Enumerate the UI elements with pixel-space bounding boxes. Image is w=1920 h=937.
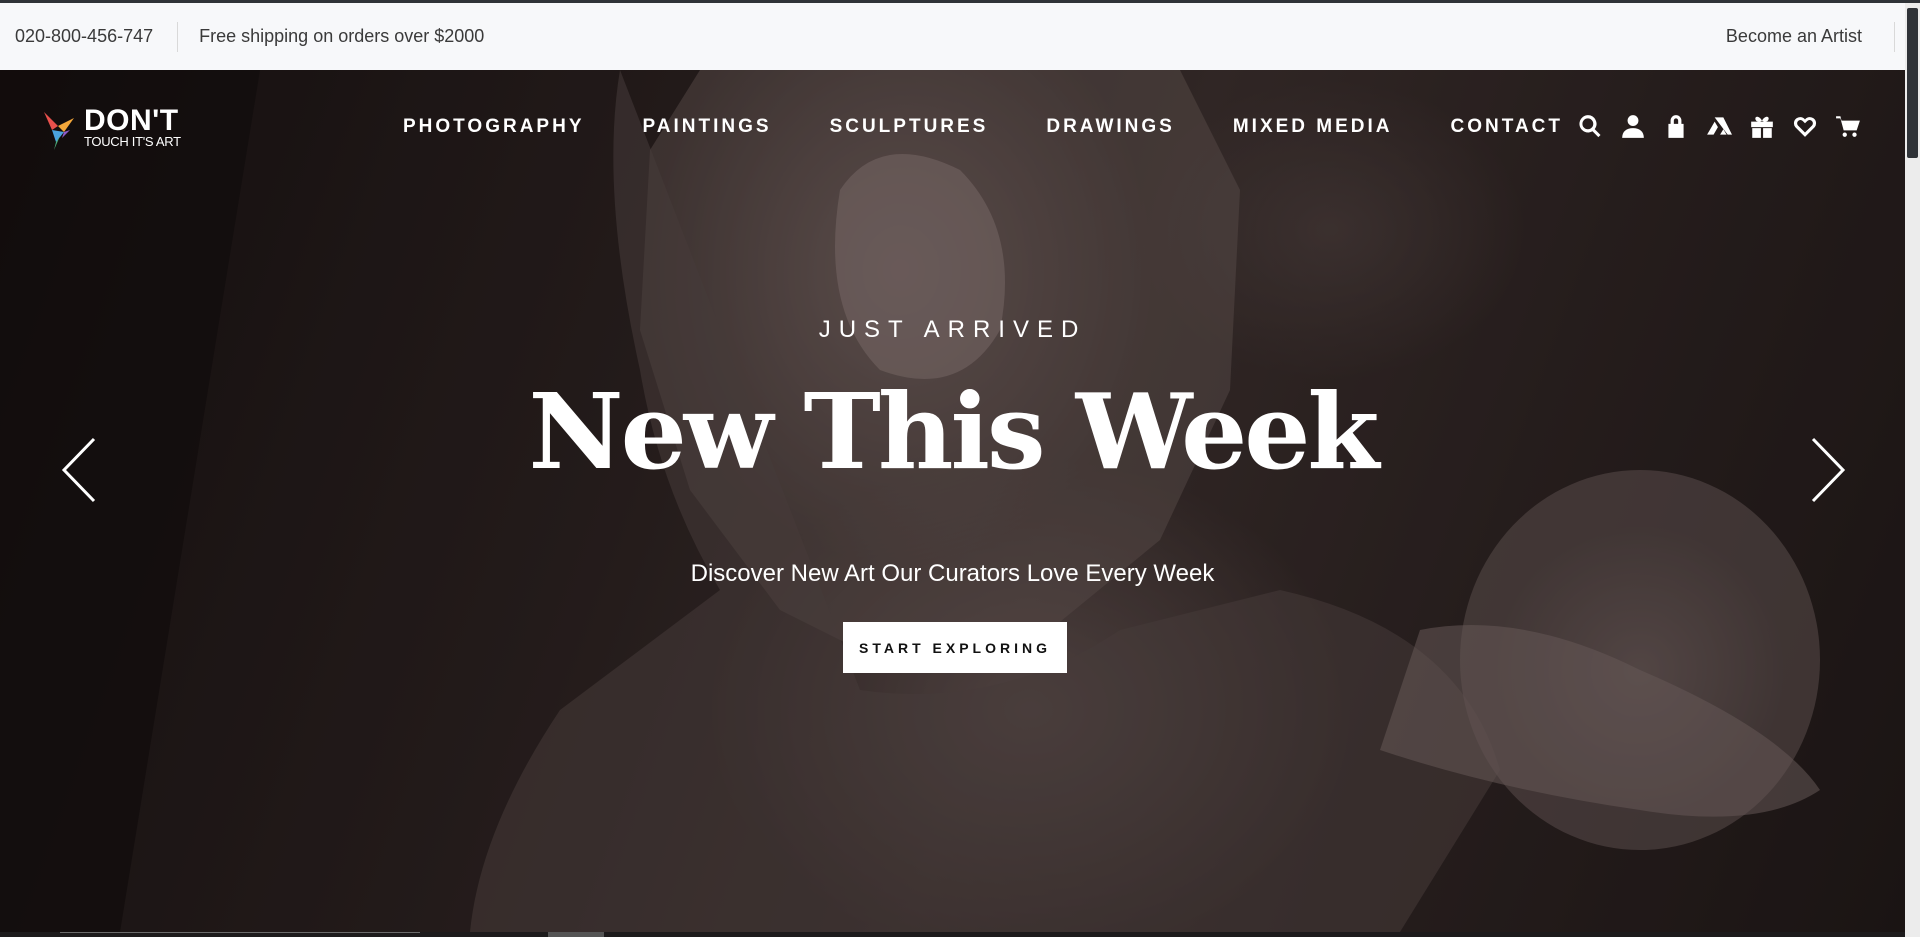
divider <box>1894 21 1895 52</box>
top-bar: 020-800-456-747 Free shipping on orders … <box>0 3 1905 70</box>
shipping-notice: Free shipping on orders over $2000 <box>199 26 485 46</box>
scrollbar[interactable] <box>1905 3 1920 937</box>
search-icon[interactable] <box>1575 111 1605 141</box>
nav-item-contact[interactable]: CONTACT <box>1451 116 1563 138</box>
slide-progress-indicator <box>548 932 604 937</box>
hummingbird-logo-icon <box>44 112 74 150</box>
become-artist-link[interactable]: Become an Artist <box>1726 26 1894 47</box>
hero-slider: DON'T TOUCH IT'S ART PHOTOGRAPHY PAINTIN… <box>0 70 1905 932</box>
nav-item-drawings[interactable]: DRAWINGS <box>1046 116 1175 138</box>
heart-icon[interactable] <box>1790 111 1820 141</box>
nav-item-mixed-media[interactable]: MIXED MEDIA <box>1233 116 1393 138</box>
main-nav: PHOTOGRAPHY PAINTINGS SCULPTURES DRAWING… <box>403 116 1621 138</box>
hero-eyebrow: JUST ARRIVED <box>818 316 1087 343</box>
artsy-icon[interactable] <box>1704 111 1734 141</box>
hero-headline: New This Week <box>528 370 1380 493</box>
site-logo[interactable]: DON'T TOUCH IT'S ART <box>42 106 181 150</box>
phone-number[interactable]: 020-800-456-747 <box>0 26 177 47</box>
header-icons <box>1575 111 1876 141</box>
account-icon[interactable] <box>1618 111 1648 141</box>
lock-icon[interactable] <box>1661 111 1691 141</box>
cart-icon[interactable] <box>1833 111 1863 141</box>
gift-icon[interactable] <box>1747 111 1777 141</box>
nav-item-paintings[interactable]: PAINTINGS <box>643 116 772 138</box>
start-exploring-button[interactable]: START EXPLORING <box>843 622 1067 673</box>
hero-subheading: Discover New Art Our Curators Love Every… <box>690 560 1215 587</box>
nav-item-photography[interactable]: PHOTOGRAPHY <box>403 116 585 138</box>
nav-item-sculptures[interactable]: SCULPTURES <box>830 116 989 138</box>
brand-name: DON'T <box>84 104 179 137</box>
slide-progress-bar <box>60 932 420 937</box>
bottom-strip <box>0 932 1905 937</box>
brand-tagline: TOUCH IT'S ART <box>84 134 181 149</box>
hero-overlay <box>0 70 1905 932</box>
scrollbar-thumb[interactable] <box>1907 8 1918 158</box>
